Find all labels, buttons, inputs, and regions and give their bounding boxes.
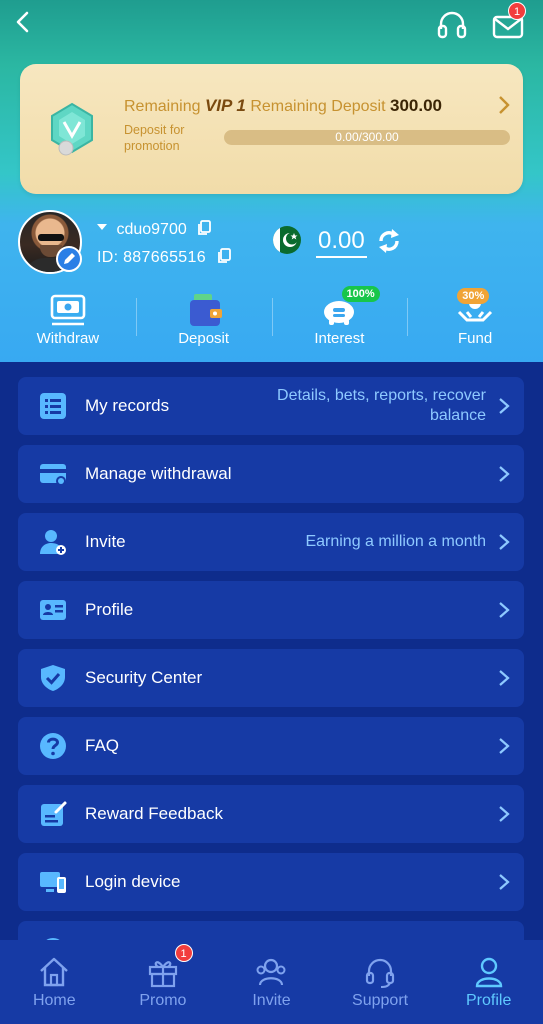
menu-item-label: Security Center (85, 668, 203, 687)
username-row: cduo9700 (96, 220, 212, 239)
menu-item-security-center[interactable]: Security Center (18, 649, 524, 707)
withdraw-action[interactable]: Withdraw (0, 284, 136, 362)
chevron-right-icon (499, 670, 510, 686)
nav-home[interactable]: Home (0, 940, 109, 1024)
withdraw-label: Withdraw (36, 330, 100, 347)
shield-icon (41, 665, 65, 691)
people-icon (256, 958, 286, 986)
menu-item-profile[interactable]: Profile (18, 581, 524, 639)
copy-username-icon[interactable] (197, 220, 212, 236)
menu-item-label: FAQ (85, 736, 120, 755)
devices-icon (40, 872, 66, 893)
wallet-balance: 0.00 (316, 226, 367, 258)
chevron-right-icon (499, 738, 510, 754)
gift-icon (148, 961, 177, 988)
nav-invite[interactable]: Invite (217, 940, 326, 1024)
menu-item-label: My records (85, 396, 170, 415)
copy-id-icon[interactable] (217, 248, 231, 264)
caret-down-icon[interactable] (96, 222, 108, 232)
vip-progress-card[interactable]: Remaining VIP 1 Remaining Deposit 300.00… (20, 64, 523, 194)
interest-tag: 100% (341, 286, 380, 302)
fund-label: Fund (458, 330, 493, 347)
chevron-right-icon (499, 806, 510, 822)
pencil-icon (64, 253, 75, 264)
home-icon (40, 957, 69, 987)
deposit-label: Deposit (178, 330, 230, 347)
person-icon (475, 957, 502, 988)
quick-actions: Withdraw Deposit 100% Interest 30% Fund (0, 284, 543, 362)
remaining-deposit-label: Remaining Deposit (250, 98, 386, 115)
vip-gem-icon (51, 102, 93, 156)
menu-item-label: Manage withdrawal (85, 464, 232, 483)
nav-promo-label: Promo (139, 992, 187, 1009)
headset-icon (365, 958, 395, 988)
refresh-icon[interactable] (374, 226, 404, 256)
menu-item-manage-withdrawal[interactable]: Manage withdrawal (18, 445, 524, 503)
headset-icon[interactable] (436, 10, 468, 40)
menu-item-partial[interactable] (18, 921, 524, 940)
id-card-icon (40, 600, 66, 620)
interest-label: Interest (314, 330, 365, 347)
settings-menu: My records Details, bets, reports, recov… (0, 362, 543, 940)
profile-header: 1 Remaining VIP 1 Remaining Deposit 300.… (0, 0, 543, 362)
menu-item-reward-feedback[interactable]: Reward Feedback (18, 785, 524, 843)
chevron-right-icon (499, 534, 510, 550)
chevron-right-icon (499, 398, 510, 414)
chevron-right-icon (499, 466, 510, 482)
username: cduo9700 (116, 221, 187, 238)
vip-progress-bar: 0.00/300.00 (224, 130, 510, 145)
nav-profile-label: Profile (465, 992, 512, 1009)
deposit-action[interactable]: Deposit (135, 284, 272, 362)
chevron-right-icon (499, 874, 510, 890)
menu-item-hint: Earning a million a month (305, 533, 486, 550)
chevron-right-icon (499, 602, 510, 618)
nav-support[interactable]: Support (326, 940, 435, 1024)
edit-avatar-button[interactable] (56, 246, 82, 272)
nav-promo[interactable]: 1 Promo (109, 940, 218, 1024)
menu-item-hint: Details, bets, reports, recover balance (277, 387, 486, 424)
menu-item-label: Profile (85, 600, 134, 619)
remaining-label: Remaining (124, 98, 201, 115)
menu-item-my-records[interactable]: My records Details, bets, reports, recov… (18, 377, 524, 435)
vip-progress-text: 0.00/300.00 (335, 130, 399, 144)
nav-profile[interactable]: Profile (434, 940, 543, 1024)
menu-item-invite[interactable]: Invite Earning a million a month (18, 513, 524, 571)
user-id-label: ID: (97, 249, 119, 266)
nav-invite-label: Invite (252, 992, 291, 1009)
fund-action[interactable]: 30% Fund (407, 284, 543, 362)
nav-home-label: Home (32, 992, 76, 1009)
question-icon (40, 733, 66, 759)
wallet-icon (189, 294, 222, 326)
interest-action[interactable]: 100% Interest (271, 284, 408, 362)
menu-item-label: Login device (85, 872, 181, 891)
menu-item-login-device[interactable]: Login device (18, 853, 524, 911)
list-icon (40, 393, 66, 419)
user-id-row: ID: 887665516 (97, 248, 231, 267)
vip-remaining-line: Remaining VIP 1 Remaining Deposit 300.00 (124, 96, 442, 116)
menu-item-label: Invite (85, 532, 126, 551)
remaining-deposit-amount: 300.00 (389, 96, 442, 115)
vip-level: VIP 1 (204, 96, 246, 115)
bottom-nav: Home 1 Promo Invite Support Profile (0, 940, 543, 1024)
fund-tag: 30% (457, 288, 490, 304)
add-user-icon (40, 530, 66, 555)
mail-badge: 1 (508, 2, 526, 20)
withdraw-icon (50, 294, 86, 326)
pakistan-flag-icon (273, 226, 301, 254)
edit-note-icon (41, 801, 67, 826)
menu-item-label: Reward Feedback (85, 804, 223, 823)
back-arrow-icon[interactable] (12, 10, 34, 34)
menu-item-faq[interactable]: FAQ (18, 717, 524, 775)
card-icon (40, 464, 66, 486)
nav-support-label: Support (352, 992, 409, 1009)
user-id: 887665516 (123, 249, 206, 266)
vip-subtitle: Deposit for promotion (124, 123, 185, 153)
promo-badge: 1 (174, 944, 193, 962)
chevron-right-icon (499, 96, 510, 114)
